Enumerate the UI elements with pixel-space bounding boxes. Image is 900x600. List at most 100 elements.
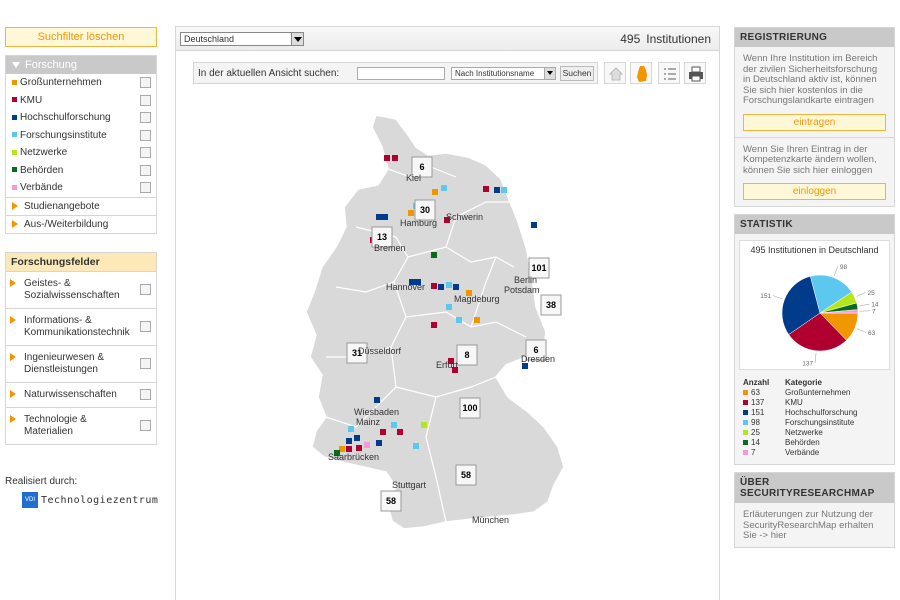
institution-marker[interactable] bbox=[384, 155, 390, 161]
institution-marker[interactable] bbox=[483, 186, 489, 192]
institution-marker[interactable] bbox=[392, 155, 398, 161]
pie-leader-line bbox=[856, 292, 866, 297]
category-filter-item[interactable]: Behörden bbox=[6, 162, 156, 180]
registration-title: REGISTRIERUNG bbox=[735, 28, 894, 47]
institution-marker[interactable] bbox=[421, 422, 427, 428]
research-field-item[interactable]: Technologie & Materialien bbox=[6, 407, 156, 444]
category-filter-item[interactable]: KMU bbox=[6, 92, 156, 110]
category-panel-title: Forschung bbox=[25, 59, 77, 71]
category-checkbox[interactable] bbox=[140, 147, 151, 158]
institution-marker[interactable] bbox=[364, 442, 370, 448]
cluster-marker[interactable]: 58 bbox=[380, 490, 402, 512]
vdi-logo[interactable]: VDI Technologiezentrum bbox=[22, 492, 158, 508]
category-checkbox[interactable] bbox=[140, 164, 151, 176]
institution-marker[interactable] bbox=[374, 397, 380, 403]
institution-marker[interactable] bbox=[413, 443, 419, 449]
category-checkbox[interactable] bbox=[140, 77, 151, 88]
city-label: Düsseldorf bbox=[358, 346, 402, 356]
institution-marker[interactable] bbox=[356, 445, 362, 451]
institution-marker[interactable] bbox=[432, 189, 438, 195]
legend-item: 25 Netzwerke bbox=[743, 428, 886, 438]
research-field-checkbox[interactable] bbox=[140, 389, 151, 400]
germany-map[interactable]: 63013101381008 6315858 KielHamburgSchweri… bbox=[296, 107, 596, 537]
category-checkbox[interactable] bbox=[140, 182, 151, 193]
institution-marker[interactable] bbox=[346, 438, 352, 444]
pie-value-label: 63 bbox=[868, 330, 876, 337]
category-panel-header[interactable]: Forschung bbox=[6, 56, 156, 74]
institution-marker[interactable] bbox=[474, 317, 480, 323]
category-filter-item[interactable]: Forschungsinstitute bbox=[6, 127, 156, 145]
institution-marker[interactable] bbox=[408, 210, 414, 216]
category-checkbox[interactable] bbox=[140, 94, 151, 106]
research-field-checkbox[interactable] bbox=[140, 358, 151, 369]
login-button[interactable]: einloggen bbox=[743, 183, 886, 200]
institution-marker[interactable] bbox=[348, 426, 354, 432]
research-field-checkbox[interactable] bbox=[140, 321, 151, 332]
region-select[interactable]: Deutschland bbox=[180, 32, 304, 46]
institution-marker[interactable] bbox=[431, 283, 437, 289]
link-weiterbildung[interactable]: Aus-/Weiterbildung bbox=[6, 214, 156, 233]
institution-marker[interactable] bbox=[391, 422, 397, 428]
list-view-icon[interactable] bbox=[658, 62, 680, 84]
legend-color-icon bbox=[743, 430, 748, 436]
pie-legend: Anzahl Kategorie 63 Großunternehmen 137 KMU 1… bbox=[735, 374, 894, 464]
left-sidebar: Suchfilter löschen Forschung Großunterne… bbox=[5, 27, 157, 234]
cluster-marker[interactable]: 8 bbox=[456, 344, 478, 366]
research-field-item[interactable]: Informations- & Kommunikationstechnik bbox=[6, 308, 156, 345]
statistics-title: STATISTIK bbox=[735, 215, 894, 234]
institution-marker[interactable] bbox=[531, 222, 537, 228]
institution-marker[interactable] bbox=[397, 429, 403, 435]
research-field-item[interactable]: Naturwissenschaften bbox=[6, 382, 156, 407]
about-panel: ÜBER SECURITYRESEARCHMAP Erläuterungen z… bbox=[734, 472, 895, 548]
institution-marker[interactable] bbox=[438, 284, 444, 290]
clear-filter-button[interactable]: Suchfilter löschen bbox=[5, 27, 157, 47]
cluster-marker[interactable]: 38 bbox=[540, 294, 562, 316]
print-icon[interactable] bbox=[684, 62, 706, 84]
legend-color-icon bbox=[743, 390, 748, 396]
home-icon[interactable] bbox=[604, 62, 626, 84]
cluster-count: 8 bbox=[464, 350, 469, 360]
cluster-marker[interactable]: 58 bbox=[455, 464, 477, 486]
germany-map-icon[interactable] bbox=[630, 62, 652, 84]
institution-marker[interactable] bbox=[446, 304, 452, 310]
about-text[interactable]: Erläuterungen zur Nutzung der SecurityRe… bbox=[735, 503, 894, 547]
search-input[interactable] bbox=[357, 67, 445, 80]
institution-marker[interactable] bbox=[441, 185, 447, 191]
pie-leader-line bbox=[856, 328, 867, 333]
cluster-marker[interactable]: 100 bbox=[459, 397, 481, 419]
city-label: Bremen bbox=[374, 243, 406, 253]
research-field-checkbox[interactable] bbox=[140, 284, 151, 295]
cluster-marker[interactable]: 30 bbox=[414, 199, 436, 221]
register-button[interactable]: eintragen bbox=[743, 113, 886, 131]
institution-marker[interactable] bbox=[382, 214, 388, 220]
institution-marker[interactable] bbox=[501, 187, 507, 193]
institution-marker[interactable] bbox=[380, 429, 386, 435]
institution-marker[interactable] bbox=[494, 187, 500, 193]
search-mode-select[interactable]: Nach Institutionsname bbox=[451, 67, 556, 80]
institution-marker[interactable] bbox=[431, 322, 437, 328]
about-title: ÜBER SECURITYRESEARCHMAP bbox=[735, 473, 894, 503]
category-checkbox[interactable] bbox=[140, 112, 151, 123]
institution-marker[interactable] bbox=[354, 435, 360, 441]
research-field-item[interactable]: Ingenieurwesen & Dienstleistungen bbox=[6, 345, 156, 382]
institution-marker[interactable] bbox=[456, 317, 462, 323]
research-field-item[interactable]: Geistes- & Sozialwissenschaften bbox=[6, 271, 156, 308]
institution-marker[interactable] bbox=[376, 214, 382, 220]
pie-leader-line bbox=[859, 303, 870, 307]
city-label: Erfurt bbox=[436, 360, 459, 370]
category-filter-item[interactable]: Verbände bbox=[6, 179, 156, 197]
pie-value-label: 98 bbox=[840, 264, 848, 271]
cluster-count: 38 bbox=[546, 300, 556, 310]
link-studienangebote[interactable]: Studienangebote bbox=[6, 196, 156, 215]
search-button[interactable]: Suchen bbox=[560, 66, 594, 81]
research-fields-title: Forschungsfelder bbox=[6, 253, 156, 271]
institution-marker[interactable] bbox=[376, 440, 382, 446]
institution-marker[interactable] bbox=[431, 252, 437, 258]
institution-marker[interactable] bbox=[453, 284, 459, 290]
institution-marker[interactable] bbox=[446, 282, 452, 288]
category-filter-item[interactable]: Großunternehmen bbox=[6, 74, 156, 92]
category-checkbox[interactable] bbox=[140, 129, 151, 141]
category-filter-item[interactable]: Hochschulforschung bbox=[6, 109, 156, 127]
category-filter-item[interactable]: Netzwerke bbox=[6, 144, 156, 162]
research-field-checkbox[interactable] bbox=[140, 420, 151, 431]
